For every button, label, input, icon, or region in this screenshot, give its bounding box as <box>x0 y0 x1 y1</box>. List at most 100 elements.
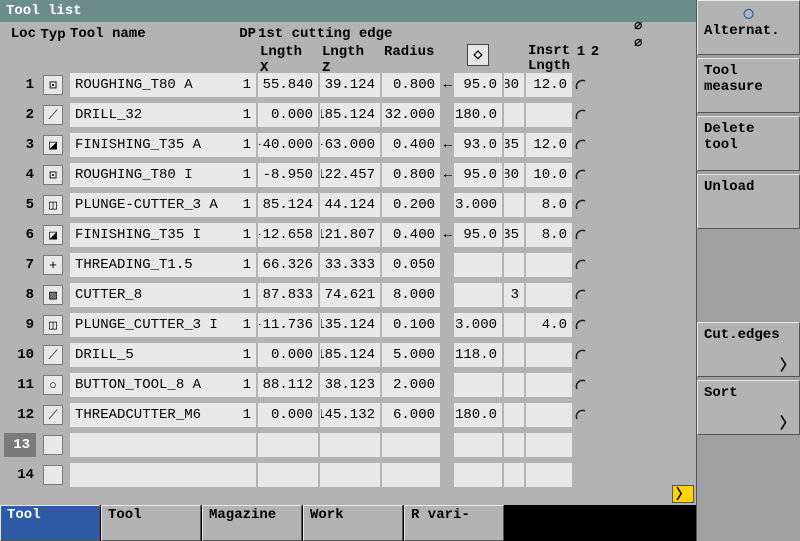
dp-cell[interactable]: 1 <box>236 403 256 427</box>
bottom-tab[interactable]: R vari- <box>404 505 504 541</box>
angle-cell[interactable]: 180.0 <box>454 103 502 127</box>
ins-cell[interactable] <box>526 343 572 367</box>
name-cell[interactable]: PLUNGE_CUTTER_3 I <box>70 313 236 337</box>
hash-cell[interactable] <box>504 313 524 337</box>
hash-cell[interactable]: 80 <box>504 163 524 187</box>
lx-cell[interactable]: 0.000 <box>258 343 318 367</box>
hash-cell[interactable] <box>504 403 524 427</box>
table-row[interactable]: 1⊡ROUGHING_T80 A155.84039.1240.800←95.08… <box>0 70 696 100</box>
table-row[interactable]: 5◫PLUNGE-CUTTER_3 A185.12444.1240.2003.0… <box>0 190 696 220</box>
name-cell[interactable]: ROUGHING_T80 I <box>70 163 236 187</box>
angle-cell[interactable] <box>454 433 502 457</box>
angle-cell[interactable]: 93.0 <box>454 133 502 157</box>
sidebar-button[interactable]: Unload <box>697 174 800 229</box>
lx-cell[interactable]: -12.658 <box>258 223 318 247</box>
name-cell[interactable]: PLUNGE-CUTTER_3 A <box>70 193 236 217</box>
sidebar-button[interactable]: Tool measure <box>697 58 800 113</box>
lx-cell[interactable]: 55.840 <box>258 73 318 97</box>
angle-cell[interactable]: 180.0 <box>454 403 502 427</box>
table-row[interactable]: 6◪FINISHING_T35 I1-12.658121.8070.400←95… <box>0 220 696 250</box>
dp-cell[interactable] <box>236 463 256 487</box>
name-cell[interactable] <box>70 433 236 457</box>
angle-cell[interactable]: 3.000 <box>454 193 502 217</box>
ins-cell[interactable]: 10.0 <box>526 163 572 187</box>
lx-cell[interactable] <box>258 463 318 487</box>
lx-cell[interactable]: -11.736 <box>258 313 318 337</box>
angle-cell[interactable]: 3.000 <box>454 313 502 337</box>
ins-cell[interactable] <box>526 403 572 427</box>
hash-cell[interactable] <box>504 103 524 127</box>
dp-cell[interactable]: 1 <box>236 163 256 187</box>
angle-cell[interactable]: 118.0 <box>454 343 502 367</box>
table-row[interactable]: 7+THREADING_T1.5166.32633.3330.050 <box>0 250 696 280</box>
table-row[interactable]: 14 <box>0 460 696 490</box>
angle-cell[interactable] <box>454 283 502 307</box>
table-row[interactable]: 9◫PLUNGE_CUTTER_3 I1-11.736135.1240.1003… <box>0 310 696 340</box>
lx-cell[interactable]: 87.833 <box>258 283 318 307</box>
name-cell[interactable]: CUTTER_8 <box>70 283 236 307</box>
hash-cell[interactable]: 35 <box>504 223 524 247</box>
lz-cell[interactable]: 185.124 <box>320 343 380 367</box>
bottom-tab[interactable]: Tool <box>0 505 100 541</box>
rad-cell[interactable]: 8.000 <box>382 283 440 307</box>
rad-cell[interactable]: 0.400 <box>382 223 440 247</box>
dp-cell[interactable]: 1 <box>236 283 256 307</box>
bottom-tab[interactable]: Magazine <box>202 505 302 541</box>
lx-cell[interactable]: -40.000 <box>258 133 318 157</box>
lz-cell[interactable]: 122.457 <box>320 163 380 187</box>
bottom-tab[interactable]: Tool <box>101 505 201 541</box>
ins-cell[interactable]: 12.0 <box>526 133 572 157</box>
ins-cell[interactable] <box>526 463 572 487</box>
name-cell[interactable]: FINISHING_T35 I <box>70 223 236 247</box>
table-row[interactable]: 3◪FINISHING_T35 A1-40.000-63.0000.400←93… <box>0 130 696 160</box>
dp-cell[interactable]: 1 <box>236 343 256 367</box>
lz-cell[interactable]: 185.124 <box>320 103 380 127</box>
rad-cell[interactable]: 6.000 <box>382 403 440 427</box>
ins-cell[interactable]: 12.0 <box>526 73 572 97</box>
table-row[interactable]: 8▧CUTTER_8187.83374.6218.0003 <box>0 280 696 310</box>
ins-cell[interactable] <box>526 373 572 397</box>
lz-cell[interactable]: 38.123 <box>320 373 380 397</box>
hash-cell[interactable] <box>504 343 524 367</box>
lx-cell[interactable]: 0.000 <box>258 403 318 427</box>
dp-cell[interactable]: 1 <box>236 103 256 127</box>
lx-cell[interactable]: 66.326 <box>258 253 318 277</box>
rad-cell[interactable]: 5.000 <box>382 343 440 367</box>
dp-cell[interactable]: 1 <box>236 223 256 247</box>
hash-cell[interactable] <box>504 463 524 487</box>
lz-cell[interactable]: 44.124 <box>320 193 380 217</box>
lx-cell[interactable] <box>258 433 318 457</box>
name-cell[interactable]: DRILL_32 <box>70 103 236 127</box>
lz-cell[interactable]: 135.124 <box>320 313 380 337</box>
sidebar-button[interactable]: Sort〉 <box>697 380 800 435</box>
lx-cell[interactable]: 85.124 <box>258 193 318 217</box>
sidebar-button[interactable]: Cut.edges〉 <box>697 322 800 377</box>
angle-cell[interactable] <box>454 253 502 277</box>
lz-cell[interactable]: 33.333 <box>320 253 380 277</box>
rad-cell[interactable] <box>382 433 440 457</box>
scroll-right-icon[interactable]: 〉 <box>672 485 694 503</box>
angle-cell[interactable] <box>454 463 502 487</box>
hash-cell[interactable] <box>504 373 524 397</box>
dp-cell[interactable]: 1 <box>236 253 256 277</box>
dp-cell[interactable] <box>236 433 256 457</box>
rad-cell[interactable]: 2.000 <box>382 373 440 397</box>
rad-cell[interactable]: 0.050 <box>382 253 440 277</box>
lx-cell[interactable]: 88.112 <box>258 373 318 397</box>
name-cell[interactable]: FINISHING_T35 A <box>70 133 236 157</box>
lz-cell[interactable]: 74.621 <box>320 283 380 307</box>
dp-cell[interactable]: 1 <box>236 313 256 337</box>
hash-cell[interactable]: 35 <box>504 133 524 157</box>
lz-cell[interactable]: 39.124 <box>320 73 380 97</box>
angle-cell[interactable]: 95.0 <box>454 163 502 187</box>
ins-cell[interactable]: 8.0 <box>526 223 572 247</box>
lz-cell[interactable]: -63.000 <box>320 133 380 157</box>
table-row[interactable]: 13 <box>0 430 696 460</box>
lx-cell[interactable]: -8.950 <box>258 163 318 187</box>
rad-cell[interactable]: 0.800 <box>382 163 440 187</box>
table-row[interactable]: 10⟋DRILL_510.000185.1245.000118.0 <box>0 340 696 370</box>
sidebar-button[interactable]: Delete tool <box>697 116 800 171</box>
bottom-tab[interactable]: Work <box>303 505 403 541</box>
rad-cell[interactable]: 32.000 <box>382 103 440 127</box>
dp-cell[interactable]: 1 <box>236 133 256 157</box>
